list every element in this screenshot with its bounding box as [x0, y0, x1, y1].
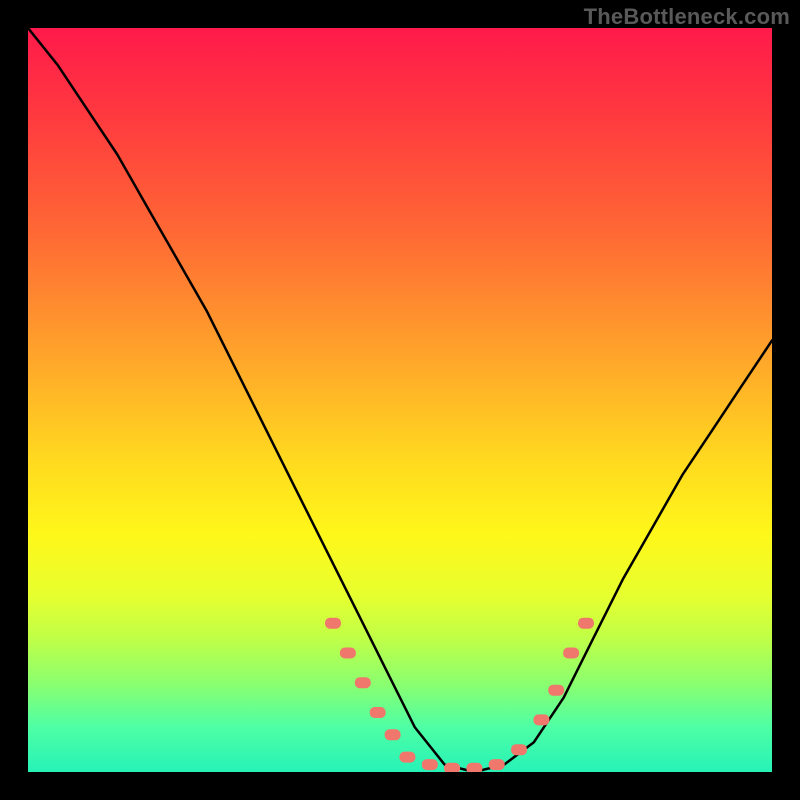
marker-point — [325, 618, 341, 629]
highlighted-points — [325, 618, 594, 772]
marker-point — [385, 729, 401, 740]
curve-path — [28, 28, 772, 772]
marker-point — [578, 618, 594, 629]
chart-svg — [28, 28, 772, 772]
watermark-text: TheBottleneck.com — [584, 4, 790, 30]
marker-point — [563, 648, 579, 659]
marker-point — [466, 763, 482, 772]
marker-point — [489, 759, 505, 770]
bottleneck-curve — [28, 28, 772, 772]
marker-point — [548, 685, 564, 696]
marker-point — [370, 707, 386, 718]
plot-area — [28, 28, 772, 772]
marker-point — [355, 677, 371, 688]
marker-point — [340, 648, 356, 659]
marker-point — [444, 763, 460, 772]
marker-point — [511, 744, 527, 755]
chart-frame: TheBottleneck.com — [0, 0, 800, 800]
marker-point — [399, 752, 415, 763]
marker-point — [422, 759, 438, 770]
marker-point — [533, 714, 549, 725]
